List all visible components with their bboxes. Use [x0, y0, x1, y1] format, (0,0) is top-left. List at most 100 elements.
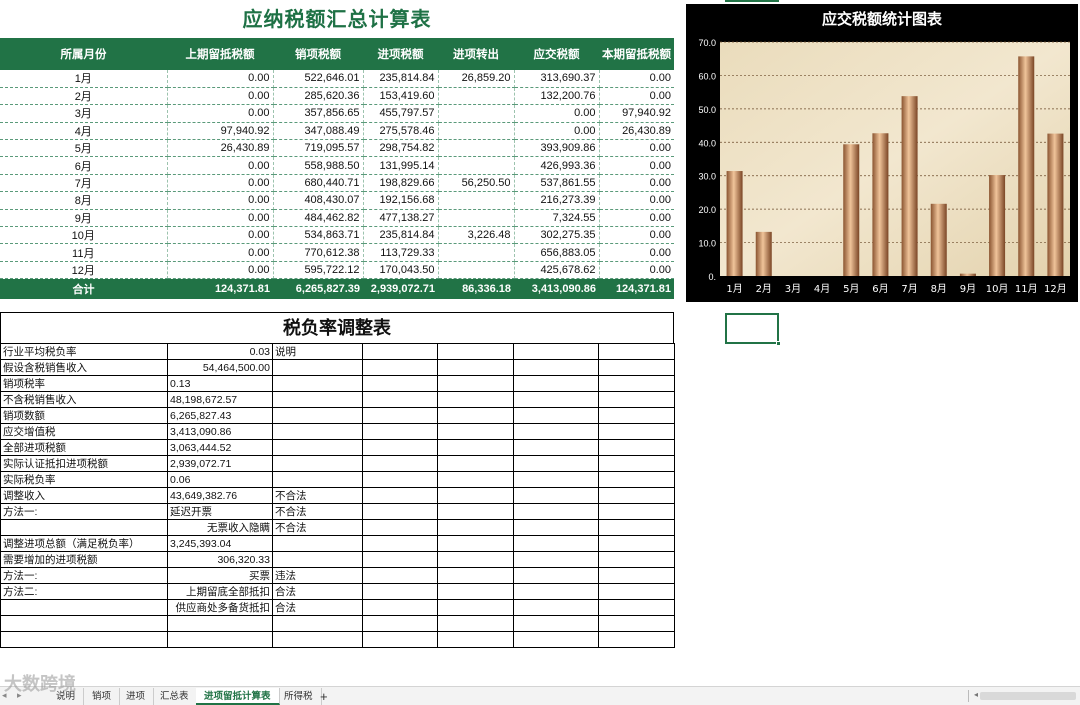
table-cell[interactable]: [437, 375, 514, 392]
table-cell[interactable]: 306,320.33: [167, 551, 273, 568]
table-cell[interactable]: 0.00: [167, 209, 274, 228]
table-cell[interactable]: [438, 243, 515, 262]
table-cell[interactable]: [437, 423, 514, 440]
table-cell[interactable]: 477,138.27: [363, 209, 439, 228]
table-cell[interactable]: [437, 567, 514, 584]
table-cell[interactable]: [513, 343, 599, 360]
table-cell[interactable]: [272, 471, 363, 488]
table-cell[interactable]: 2月: [0, 87, 168, 106]
table-cell[interactable]: [272, 375, 363, 392]
table-cell[interactable]: [272, 631, 363, 648]
total-cell[interactable]: 124,371.81: [167, 278, 273, 299]
table-cell[interactable]: 719,095.57: [273, 139, 364, 158]
table-cell[interactable]: [598, 567, 675, 584]
table-cell[interactable]: 0.00: [599, 191, 674, 210]
table-cell[interactable]: [0, 631, 168, 648]
column-header[interactable]: 销项税额: [273, 38, 363, 70]
table-cell[interactable]: [0, 519, 168, 536]
table-cell[interactable]: [598, 455, 675, 472]
column-header[interactable]: 进项税额: [363, 38, 438, 70]
table-cell[interactable]: 0.00: [599, 70, 674, 88]
table-cell[interactable]: [272, 439, 363, 456]
table-cell[interactable]: [0, 599, 168, 616]
table-cell[interactable]: 26,859.20: [438, 70, 515, 88]
table-cell[interactable]: 132,200.76: [514, 87, 600, 106]
table-cell[interactable]: 302,275.35: [514, 226, 600, 245]
table-cell[interactable]: 销项数额: [0, 407, 168, 424]
total-cell[interactable]: 6,265,827.39: [273, 278, 363, 299]
table-cell[interactable]: 275,578.46: [363, 122, 439, 141]
table-cell[interactable]: [272, 359, 363, 376]
table-cell[interactable]: [362, 407, 438, 424]
table-cell[interactable]: [437, 503, 514, 520]
table-cell[interactable]: [513, 535, 599, 552]
table-cell[interactable]: 656,883.05: [514, 243, 600, 262]
table-cell[interactable]: [272, 551, 363, 568]
table-cell[interactable]: 537,861.55: [514, 174, 600, 193]
table-cell[interactable]: [362, 359, 438, 376]
add-sheet-button[interactable]: +: [320, 688, 328, 705]
table-cell[interactable]: [167, 631, 273, 648]
total-cell[interactable]: 合计: [0, 278, 167, 299]
scroll-left-icon[interactable]: ◂: [974, 690, 978, 699]
table-cell[interactable]: 4月: [0, 122, 168, 141]
table-cell[interactable]: [362, 535, 438, 552]
table-cell[interactable]: 558,988.50: [273, 156, 364, 175]
table-cell[interactable]: [438, 156, 515, 175]
table-cell[interactable]: [513, 439, 599, 456]
table-cell[interactable]: [513, 487, 599, 504]
table-cell[interactable]: [513, 503, 599, 520]
table-cell[interactable]: 0.00: [167, 156, 274, 175]
table-cell[interactable]: 0.00: [167, 70, 274, 88]
table-cell[interactable]: 0.00: [599, 209, 674, 228]
table-cell[interactable]: 合法: [272, 599, 363, 616]
table-cell[interactable]: 48,198,672.57: [167, 391, 273, 408]
total-cell[interactable]: 2,939,072.71: [363, 278, 438, 299]
table-cell[interactable]: [598, 423, 675, 440]
table-cell[interactable]: 实际认证抵扣进项税额: [0, 455, 168, 472]
table-cell[interactable]: [598, 471, 675, 488]
table-cell[interactable]: 0.00: [599, 156, 674, 175]
column-header[interactable]: 上期留抵税额: [167, 38, 273, 70]
table-cell[interactable]: 313,690.37: [514, 70, 600, 88]
table-cell[interactable]: 153,419.60: [363, 87, 439, 106]
table-cell[interactable]: 12月: [0, 261, 168, 280]
table-cell[interactable]: [598, 631, 675, 648]
table-cell[interactable]: [513, 407, 599, 424]
table-cell[interactable]: [598, 343, 675, 360]
table-cell[interactable]: [598, 615, 675, 632]
table-cell[interactable]: [362, 599, 438, 616]
table-cell[interactable]: [438, 209, 515, 228]
column-header[interactable]: 应交税额: [514, 38, 599, 70]
table-cell[interactable]: 1月: [0, 70, 168, 88]
table-cell[interactable]: [0, 615, 168, 632]
selected-cell[interactable]: [725, 313, 781, 346]
column-header[interactable]: 本期留抵税额: [599, 38, 674, 70]
table-cell[interactable]: [362, 375, 438, 392]
table-cell[interactable]: 0.00: [599, 174, 674, 193]
table-cell[interactable]: 2,939,072.71: [167, 455, 273, 472]
sheet-tab[interactable]: 销项: [84, 688, 121, 705]
table-cell[interactable]: 3月: [0, 104, 168, 123]
table-cell[interactable]: [438, 122, 515, 141]
table-cell[interactable]: 3,226.48: [438, 226, 515, 245]
table-cell[interactable]: 合法: [272, 583, 363, 600]
table-cell[interactable]: [437, 535, 514, 552]
table-cell[interactable]: 0.00: [167, 87, 274, 106]
table-cell[interactable]: 298,754.82: [363, 139, 439, 158]
table-cell[interactable]: 需要增加的进项税额: [0, 551, 168, 568]
tax-chart[interactable]: 70.0 60.0 50.0 40.0 30.0 20.0 10.0 0. 1月 2月 3月 4月 5月…: [686, 4, 1078, 302]
table-cell[interactable]: 56,250.50: [438, 174, 515, 193]
table-cell[interactable]: [362, 631, 438, 648]
table-cell[interactable]: 0.13: [167, 375, 273, 392]
table-cell[interactable]: [437, 599, 514, 616]
table-cell[interactable]: 97,940.92: [599, 104, 674, 123]
table-cell[interactable]: 0.00: [167, 191, 274, 210]
sheet-tab[interactable]: 进项留抵计算表: [196, 688, 280, 705]
table-cell[interactable]: 131,995.14: [363, 156, 439, 175]
table-cell[interactable]: 买票: [167, 567, 273, 584]
table-cell[interactable]: 实际税负率: [0, 471, 168, 488]
table-cell[interactable]: [437, 583, 514, 600]
table-cell[interactable]: [437, 487, 514, 504]
table-cell[interactable]: [598, 535, 675, 552]
